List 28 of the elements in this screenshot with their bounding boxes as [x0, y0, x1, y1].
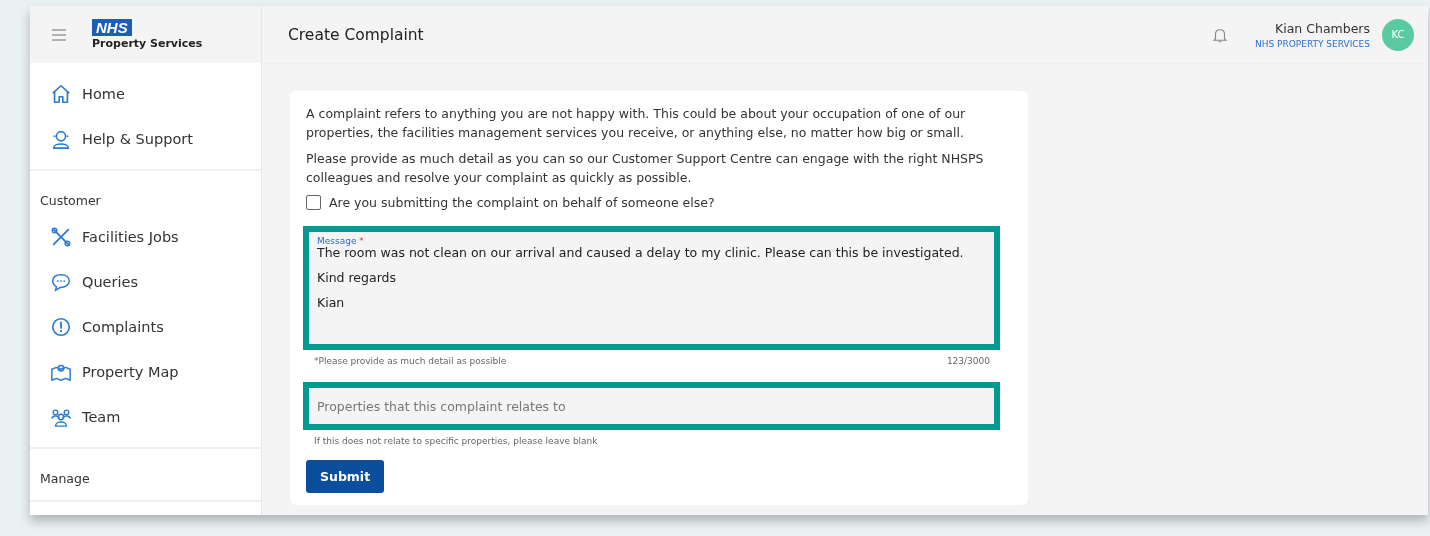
tools-icon — [50, 225, 72, 248]
properties-field[interactable]: Properties that this complaint relates to — [303, 382, 1000, 430]
sidebar-item[interactable]: Facilities Jobs — [30, 214, 261, 259]
section-heading: Customer — [39, 192, 102, 210]
user-name: Kian Chambers — [1275, 20, 1370, 36]
menu-icon[interactable] — [52, 28, 66, 41]
sidebar-item[interactable]: Help & Support — [30, 116, 261, 161]
sidebar-item[interactable]: Home — [30, 71, 261, 116]
character-counter: 123/3000 — [946, 356, 990, 366]
sidebar-item[interactable]: Queries — [30, 259, 261, 304]
checkbox-label: Are you submitting the complaint on behalf of someone else? — [329, 195, 715, 210]
message-field[interactable]: Message * The room was not clean on our arrival and caused a delay to my clinic. Please can this be investigated. Kind regards Kian — [303, 226, 1000, 350]
helper-text: *Please provide as much detail as possible — [314, 356, 507, 366]
sidebar-item[interactable]: Complaints — [30, 304, 261, 349]
checkbox[interactable] — [306, 195, 321, 210]
sidebar-item[interactable]: Property Map — [30, 349, 261, 394]
section-heading: Manage — [39, 470, 91, 488]
sidebar-item[interactable]: Team — [30, 394, 261, 439]
logo-badge: NHS — [92, 19, 132, 36]
submit-button[interactable]: Submit — [306, 460, 385, 493]
logo-text: Property Services — [92, 37, 203, 50]
page-title: Create Complaint — [288, 25, 425, 44]
exclamation-circle-icon — [50, 315, 72, 338]
intro-paragraph: A complaint refers to anything you are not happy with. This could be about your occupation of one of our properties, the facilities management services you receive, or anything else, no matter how big or small. — [306, 105, 967, 142]
intro-paragraph: Please provide as much detail as you can so our Customer Support Centre can engage with the right NHSPS colleagues and resolve your complaint as quickly as possible. — [306, 150, 985, 187]
helper-text: If this does not relate to specific properties, please leave blank — [313, 435, 599, 446]
organisation-name: NHS PROPERTY SERVICES — [1254, 38, 1370, 49]
home-icon — [50, 82, 72, 105]
